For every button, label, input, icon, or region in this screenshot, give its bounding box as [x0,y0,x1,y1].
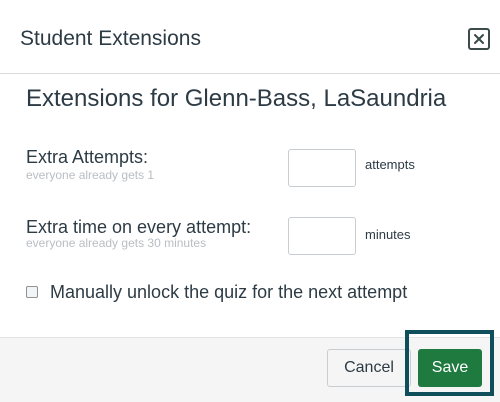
save-button[interactable]: Save [418,349,482,387]
extra-time-hint: everyone already gets 30 minutes [26,236,207,250]
close-icon [474,34,484,44]
extra-attempts-input[interactable] [288,149,356,187]
close-button[interactable] [468,28,490,50]
manual-unlock-label: Manually unlock the quiz for the next at… [50,282,408,302]
cancel-button[interactable]: Cancel [327,349,411,387]
manual-unlock-row[interactable]: Manually unlock the quiz for the next at… [26,281,407,303]
extra-time-label: Extra time on every attempt: [26,217,252,237]
extra-time-input[interactable] [288,217,356,255]
extra-time-unit: minutes [365,227,411,242]
dialog-title: Student Extensions [20,27,201,50]
extra-attempts-label: Extra Attempts: [26,147,149,167]
extra-attempts-hint: everyone already gets 1 [26,168,155,182]
extra-attempts-unit: attempts [365,157,415,172]
manual-unlock-checkbox[interactable] [26,286,38,298]
extensions-heading: Extensions for Glenn-Bass, LaSaundria [26,85,447,112]
dialog-header: Student Extensions [0,0,500,74]
student-extensions-dialog: Student Extensions Extensions for Glenn-… [0,0,500,402]
